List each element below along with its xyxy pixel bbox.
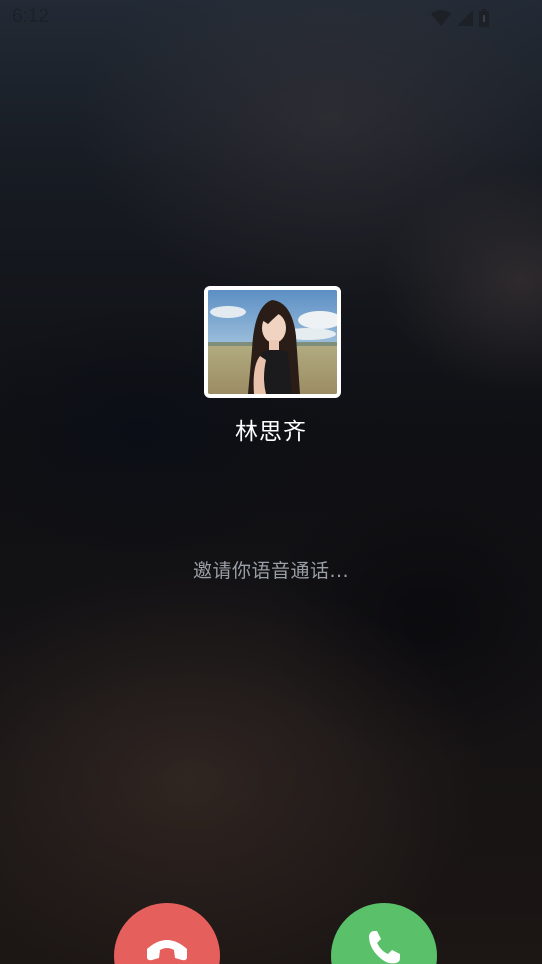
accept-call-button[interactable] bbox=[331, 903, 437, 964]
call-status-text: 邀请你语音通话... bbox=[192, 560, 350, 582]
status-time: 6:12 bbox=[12, 6, 49, 27]
avatar-photo bbox=[208, 290, 337, 394]
battery-icon bbox=[479, 9, 489, 27]
incoming-call-screen: 6:12 林思齐 邀请你语音通话... bbox=[0, 0, 542, 964]
wifi-icon bbox=[431, 10, 451, 26]
caller-name: 林思齐 bbox=[235, 419, 307, 445]
decline-call-button[interactable] bbox=[114, 903, 220, 964]
status-icons bbox=[430, 8, 502, 28]
status-bar: 6:12 bbox=[0, 0, 542, 36]
cell-signal-icon bbox=[457, 10, 473, 26]
hang-up-icon bbox=[147, 940, 187, 961]
caller-avatar bbox=[204, 286, 341, 398]
phone-icon bbox=[369, 931, 400, 964]
